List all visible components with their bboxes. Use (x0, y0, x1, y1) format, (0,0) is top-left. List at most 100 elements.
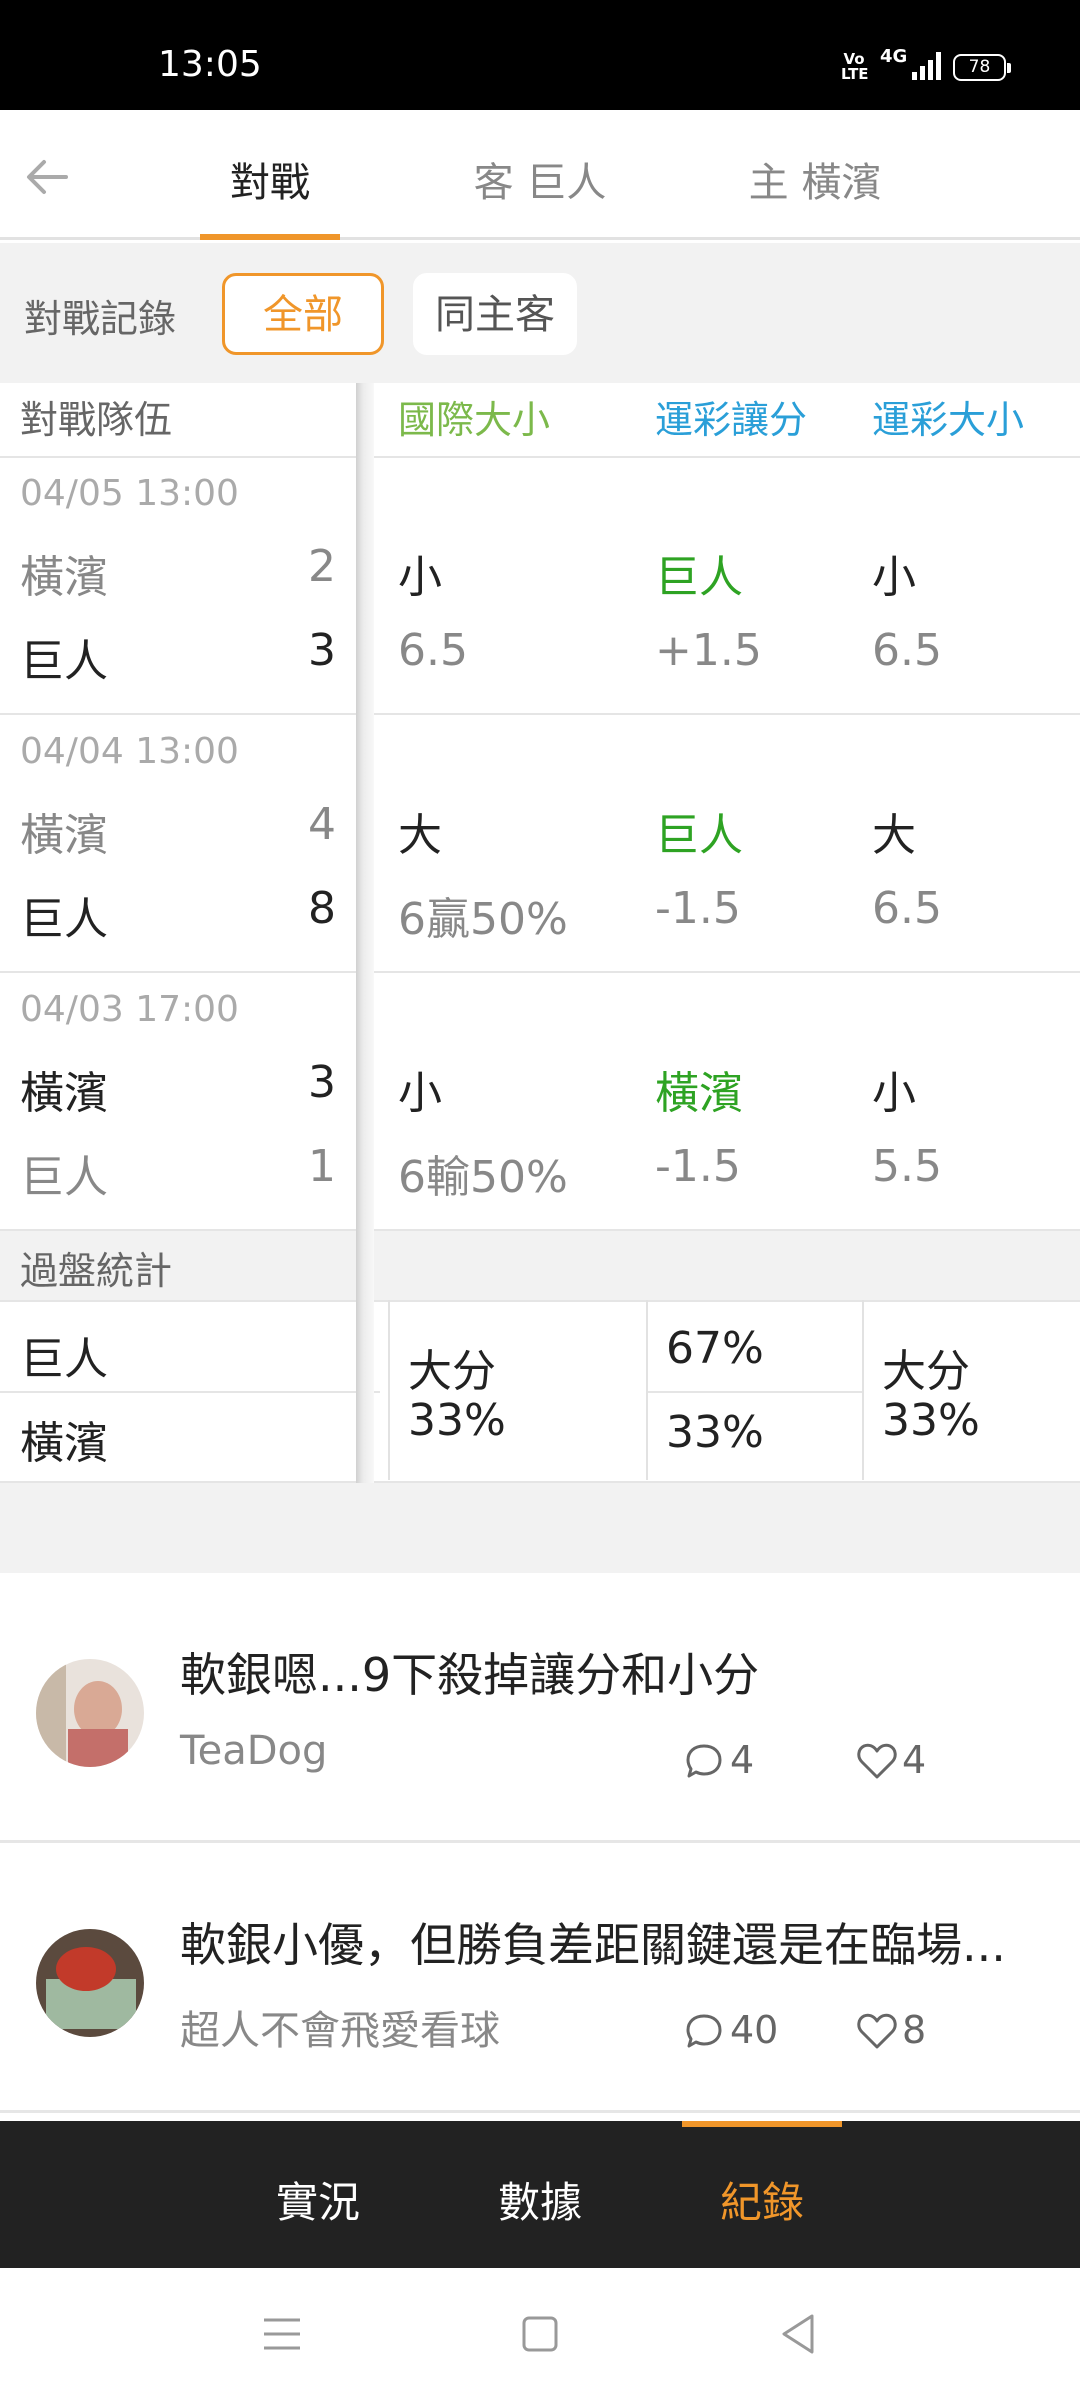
intl-line: 6輸50% (398, 1152, 568, 1203)
back-arrow-icon[interactable] (22, 152, 72, 202)
team-name: 巨人 (20, 1152, 108, 1203)
match-date: 04/04 13:00 (20, 731, 239, 772)
header-intl-total: 國際大小 (398, 398, 551, 442)
divider (0, 2110, 1080, 2113)
total-result: 小 (872, 552, 916, 603)
team-score: 2 (308, 541, 336, 592)
like-count-value: 4 (902, 1738, 927, 1782)
total-result: 大 (872, 810, 916, 861)
active-tab-indicator (200, 234, 340, 240)
stats-total-label: 大分 (882, 1346, 970, 1397)
section-gap (0, 1483, 1080, 1573)
filter-label: 對戰記錄 (24, 297, 177, 341)
tab-matchup[interactable]: 對戰 (200, 150, 340, 208)
status-bar: 13:05 Vo LTE 4G 78 (0, 0, 1080, 110)
team-name: 巨人 (20, 636, 108, 687)
divider (0, 1229, 1080, 1231)
post-item[interactable]: 軟銀小優，但勝負差距關鍵還是在臨場... 超人不會飛愛看球 40 8 (0, 1843, 1080, 2111)
divider (648, 1391, 862, 1393)
team-name: 橫濱 (20, 1068, 108, 1119)
volte-indicator: Vo LTE (841, 50, 869, 83)
active-nav-indicator (682, 2121, 842, 2127)
stats-intl-pct: 33% (408, 1395, 506, 1446)
header-spread: 運彩讓分 (655, 398, 808, 442)
avatar[interactable] (36, 1929, 144, 2037)
divider (0, 1300, 1080, 1302)
status-time: 13:05 (158, 44, 262, 85)
spread-line: -1.5 (655, 1141, 741, 1192)
team-name: 橫濱 (20, 810, 108, 861)
total-line: 5.5 (872, 1141, 942, 1192)
spread-result: 橫濱 (655, 1068, 743, 1119)
spread-line: +1.5 (655, 625, 762, 676)
post-author[interactable]: 超人不會飛愛看球 (180, 1998, 500, 2056)
divider (0, 1391, 380, 1393)
heart-icon (857, 1743, 897, 1779)
stats-intl-label: 大分 (408, 1346, 496, 1397)
stats-spread-pct: 33% (666, 1407, 764, 1458)
post-title[interactable]: 軟銀小優，但勝負差距關鍵還是在臨場... (180, 1909, 1006, 1975)
team-name: 橫濱 (20, 552, 108, 603)
nav-records[interactable]: 紀錄 (672, 2169, 852, 2230)
team-score: 4 (308, 799, 336, 850)
spread-result: 巨人 (655, 810, 743, 861)
nav-data[interactable]: 數據 (450, 2169, 630, 2230)
tab-away-team[interactable]: 客 巨人 (430, 150, 650, 208)
spread-line: -1.5 (655, 883, 741, 934)
home-square-icon[interactable] (520, 2314, 560, 2354)
stats-header: 過盤統計 (0, 1230, 1080, 1300)
post-title[interactable]: 軟銀嗯...9下殺掉讓分和小分 (180, 1639, 759, 1705)
menu-icon[interactable] (262, 2314, 302, 2354)
intl-result: 小 (398, 552, 442, 603)
filter-same-home-away-button[interactable]: 同主客 (413, 273, 577, 355)
team-score: 1 (308, 1141, 336, 1192)
stats-spread-pct: 67% (666, 1323, 764, 1374)
spread-result: 巨人 (655, 552, 743, 603)
stats-team-name: 巨人 (20, 1334, 108, 1385)
signal-icon (912, 50, 942, 80)
intl-line: 6贏50% (398, 894, 568, 945)
battery-icon: 78 (953, 54, 1011, 81)
bottom-nav: 實況 數據 紀錄 (0, 2121, 1080, 2268)
divider (0, 713, 1080, 715)
team-score: 3 (308, 1057, 336, 1108)
comment-icon (686, 2014, 722, 2048)
total-result: 小 (872, 1068, 916, 1119)
header-lottery-total: 運彩大小 (872, 398, 1025, 442)
divider (862, 1300, 864, 1480)
team-name: 巨人 (20, 894, 108, 945)
intl-result: 小 (398, 1068, 442, 1119)
post-item[interactable]: 軟銀嗯...9下殺掉讓分和小分 TeaDog 4 4 (0, 1573, 1080, 1841)
nav-live[interactable]: 實況 (228, 2169, 408, 2230)
matchup-table: 對戰隊伍 國際大小 運彩讓分 運彩大小 04/05 13:00 橫濱 2 巨人 … (0, 383, 1080, 1483)
team-score: 3 (308, 625, 336, 676)
stats-total-pct: 33% (882, 1395, 980, 1446)
filter-all-button[interactable]: 全部 (222, 273, 384, 355)
header: 對戰 客 巨人 主 橫濱 (0, 110, 1080, 240)
heart-icon (857, 2013, 897, 2049)
system-nav-bar (0, 2268, 1080, 2400)
match-date: 04/03 17:00 (20, 989, 239, 1030)
record-filter: 對戰記錄 全部 同主客 (0, 243, 1080, 383)
intl-result: 大 (398, 810, 442, 861)
stats-team-name: 橫濱 (20, 1418, 108, 1469)
divider (0, 971, 1080, 973)
team-score: 8 (308, 883, 336, 934)
post-author[interactable]: TeaDog (180, 1728, 327, 1774)
comment-count-value: 4 (730, 1738, 755, 1782)
network-type: 4G (880, 46, 908, 67)
back-triangle-icon[interactable] (778, 2312, 818, 2356)
tab-home-team[interactable]: 主 橫濱 (705, 150, 925, 208)
stats-title: 過盤統計 (20, 1249, 173, 1293)
avatar[interactable] (36, 1659, 144, 1767)
like-count-value: 8 (902, 2008, 927, 2052)
intl-line: 6.5 (398, 625, 468, 676)
divider (646, 1300, 648, 1480)
comment-icon (686, 1744, 722, 1778)
header-teams: 對戰隊伍 (20, 398, 173, 442)
divider (388, 1300, 390, 1480)
match-date: 04/05 13:00 (20, 473, 239, 514)
divider (0, 456, 1080, 458)
total-line: 6.5 (872, 883, 942, 934)
comment-count-value: 40 (730, 2008, 779, 2052)
